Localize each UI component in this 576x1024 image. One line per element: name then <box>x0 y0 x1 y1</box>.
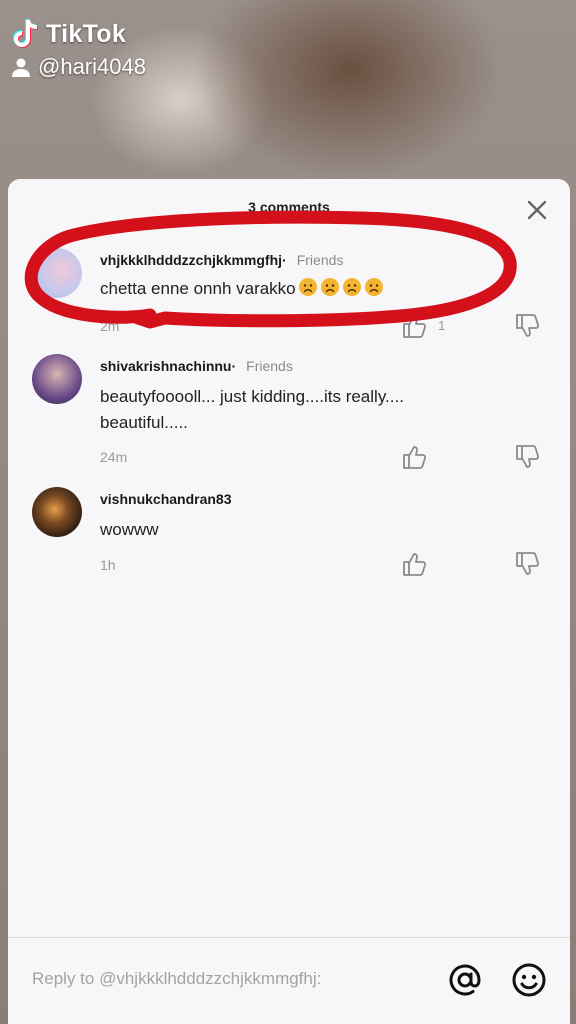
tiktok-brand-text: TikTok <box>46 19 127 48</box>
avatar[interactable] <box>32 487 82 537</box>
friends-badge: Friends <box>296 252 344 268</box>
sad-face-emoji-icon <box>342 278 361 296</box>
comment-time: 1h <box>100 557 116 573</box>
like-icon[interactable] <box>400 312 428 340</box>
comment-time: 24m <box>100 449 128 465</box>
like-count: 1 <box>438 318 446 333</box>
sad-face-emoji-icon <box>320 278 339 296</box>
creator-handle: @hari4048 <box>38 54 146 79</box>
comment-text: beautyfooooll... just kidding....its rea… <box>100 387 404 432</box>
comment-text: wowww <box>100 520 159 539</box>
comments-panel: 3 comments vhjkkklhdddzzchjkkmmgfhj· Frie… <box>8 179 570 1024</box>
dislike-icon[interactable] <box>513 443 541 471</box>
comment-username[interactable]: vhjkkklhdddzzchjkkmmgfhj· Friends <box>100 252 343 268</box>
comment-text: chetta enne onnh varakko <box>100 276 480 302</box>
emoji-picker-icon[interactable] <box>510 961 548 999</box>
dislike-icon[interactable] <box>513 312 541 340</box>
friends-badge: Friends <box>246 358 293 374</box>
tiktok-logo-icon <box>13 18 39 48</box>
user-icon <box>12 58 30 77</box>
emoji-group <box>296 278 384 298</box>
reply-input[interactable] <box>32 959 432 999</box>
dislike-icon[interactable] <box>513 550 541 578</box>
sad-face-emoji-icon <box>364 278 383 296</box>
like-icon[interactable] <box>400 443 428 471</box>
mention-icon[interactable] <box>446 961 484 999</box>
comment-username[interactable]: vishnukchandran83 <box>100 491 232 507</box>
reply-divider <box>8 937 570 938</box>
avatar[interactable] <box>32 354 82 404</box>
tiktok-watermark: TikTok @hari4048 <box>10 16 146 80</box>
close-icon[interactable] <box>526 199 548 221</box>
reply-bar <box>8 939 570 1024</box>
sad-face-emoji-icon <box>298 278 317 296</box>
comment-time: 2m <box>100 318 120 334</box>
comments-count-title: 3 comments <box>248 199 330 215</box>
comment-username[interactable]: shivakrishnachinnu· Friends <box>100 358 293 374</box>
like-icon[interactable] <box>400 550 428 578</box>
avatar[interactable] <box>32 248 82 298</box>
